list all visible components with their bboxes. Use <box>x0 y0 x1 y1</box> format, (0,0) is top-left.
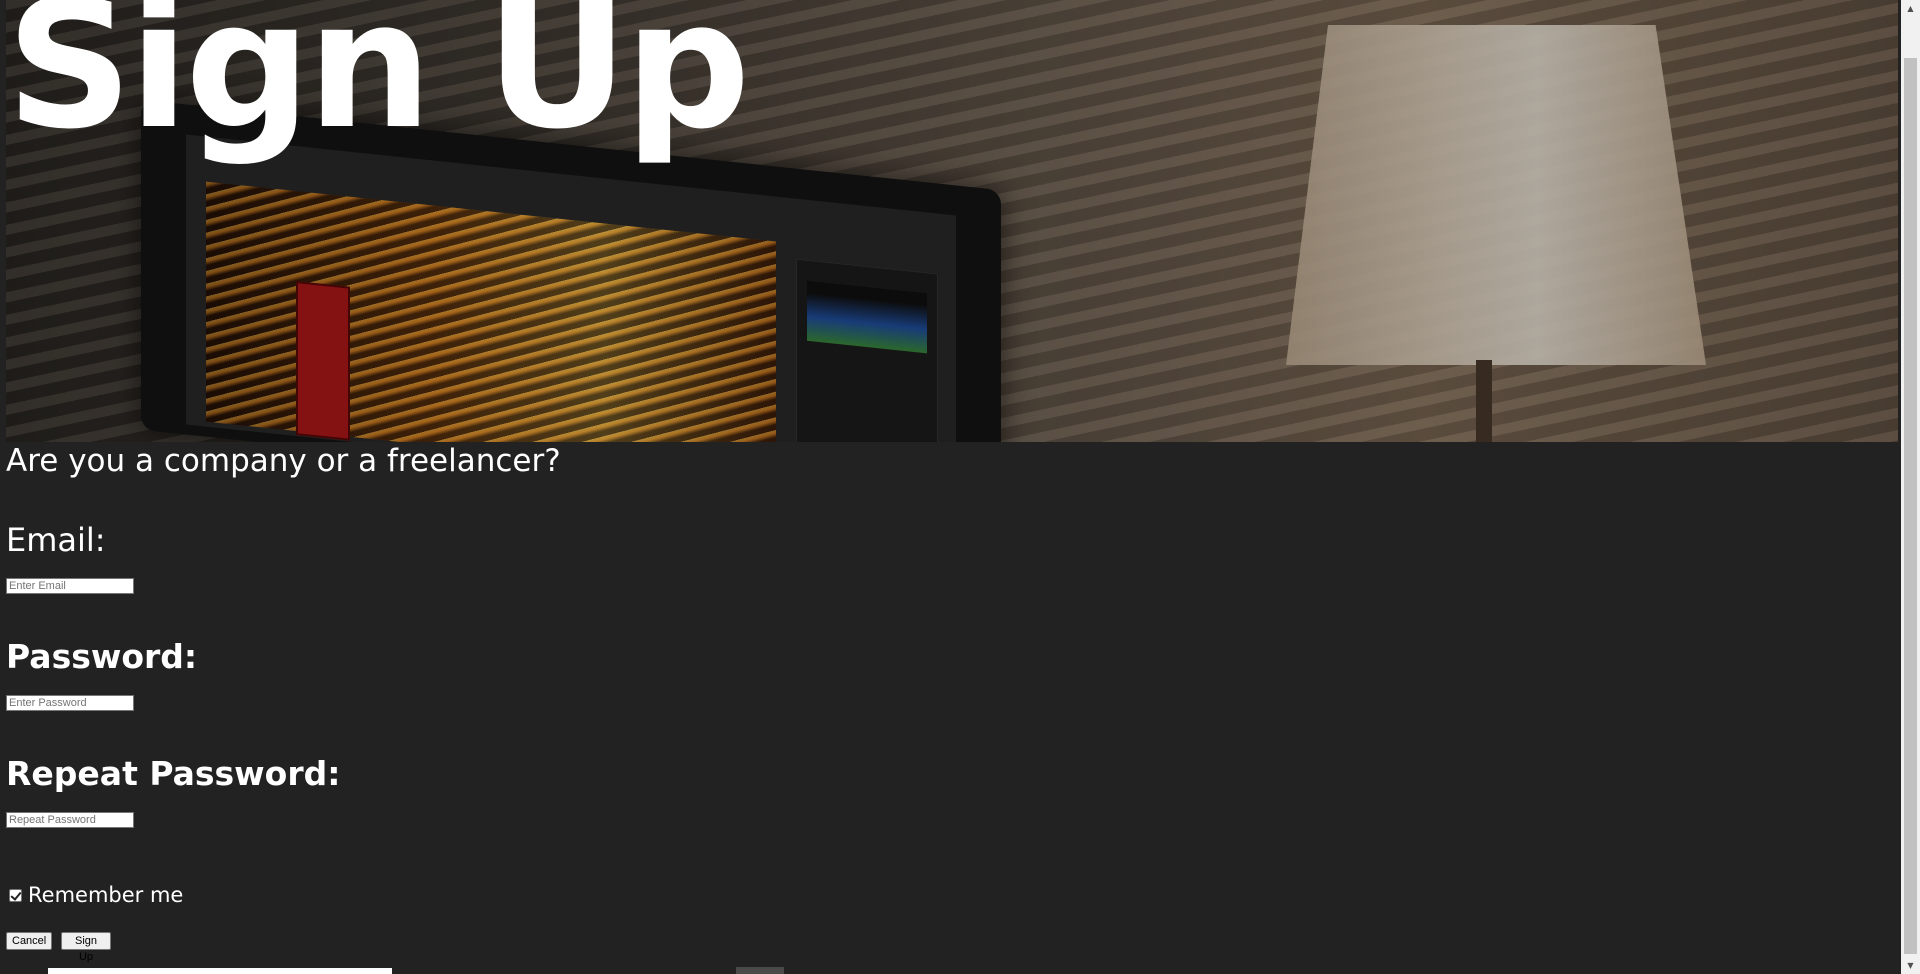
remember-me-row[interactable]: Remember me <box>6 880 183 910</box>
bottom-partial-block <box>736 967 784 974</box>
password-label: Password: <box>6 637 198 676</box>
sign-up-button[interactable]: Sign Up <box>61 932 111 963</box>
scroll-down-arrow-icon[interactable]: ▼ <box>1901 957 1920 974</box>
hero-banner: Sign Up <box>6 0 1898 442</box>
page: Sign Up Are you a company or a freelance… <box>0 0 1901 974</box>
scrollbar-thumb[interactable] <box>1904 58 1917 954</box>
remember-me-label: Remember me <box>28 883 184 907</box>
remember-me-checkbox[interactable] <box>9 888 22 902</box>
vertical-scrollbar[interactable]: ▲ ▼ <box>1901 0 1920 974</box>
scroll-up-arrow-icon[interactable]: ▲ <box>1901 0 1920 17</box>
page-title: Sign Up <box>6 0 751 168</box>
email-label: Email: <box>6 521 106 559</box>
bottom-partial-element <box>48 968 392 974</box>
repeat-password-field[interactable] <box>6 812 134 828</box>
cancel-button[interactable]: Cancel <box>6 932 52 950</box>
repeat-password-label: Repeat Password: <box>6 754 341 793</box>
account-type-question: Are you a company or a freelancer? <box>6 443 561 479</box>
password-field[interactable] <box>6 695 134 711</box>
email-field[interactable] <box>6 578 134 594</box>
